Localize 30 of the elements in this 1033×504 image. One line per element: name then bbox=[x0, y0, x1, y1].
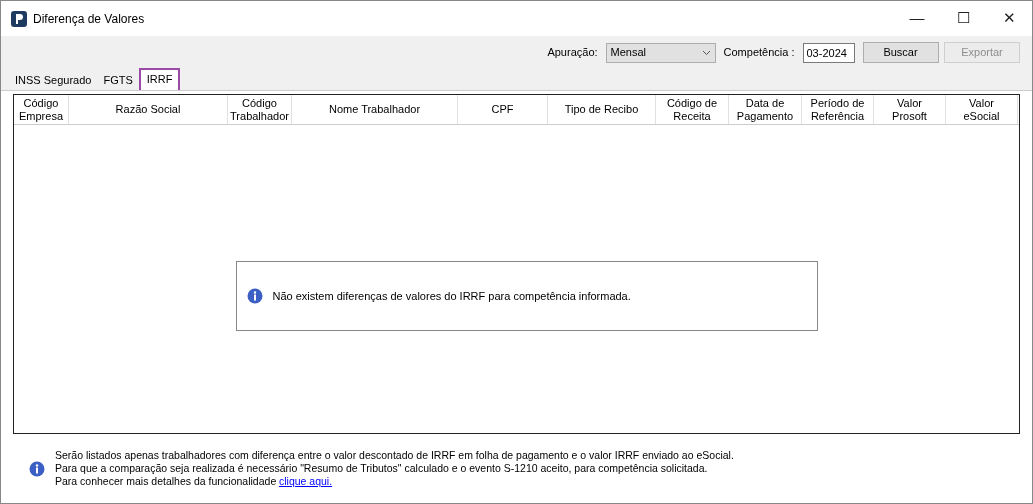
close-button[interactable]: ✕ bbox=[986, 1, 1032, 36]
column-header[interactable]: Código Empresa bbox=[14, 95, 69, 124]
minimize-button[interactable]: — bbox=[894, 1, 940, 36]
column-header[interactable]: Código de Receita bbox=[656, 95, 729, 124]
footer-text: Serão listados apenas trabalhadores com diferença entre o valor descontado de IRRF em folha de pagamento e o valor IRRF enviado ao eSocial. bbox=[55, 448, 734, 462]
column-header[interactable]: Data de Pagamento bbox=[729, 95, 802, 124]
window-title: Diferença de Valores bbox=[33, 10, 145, 28]
action-button[interactable]: Buscar bbox=[862, 42, 939, 63]
competencia-field[interactable]: 03-2024 bbox=[802, 42, 855, 63]
info-icon bbox=[246, 288, 263, 304]
column-header[interactable]: Tipo de Recibo bbox=[548, 95, 656, 124]
column-header[interactable]: CPF bbox=[458, 95, 548, 124]
competencia-label: Competência : bbox=[723, 45, 795, 61]
maximize-button[interactable]: ☐ bbox=[940, 1, 986, 36]
column-header[interactable]: Razão Social bbox=[69, 95, 228, 124]
chevron-down-icon bbox=[701, 49, 711, 56]
empty-message: Não existem diferenças de valores do IRRF para competência informada. bbox=[272, 288, 631, 304]
column-header[interactable]: Nome Trabalhador bbox=[292, 95, 458, 124]
column-header[interactable]: Valor eSocial bbox=[946, 95, 1018, 124]
apuracao-dropdown[interactable]: Mensal bbox=[605, 42, 716, 63]
tab[interactable]: IRRF bbox=[138, 67, 181, 90]
column-header[interactable]: Valor Prosoft bbox=[874, 95, 946, 124]
apuracao-label: Apuração: bbox=[547, 45, 598, 61]
footer-text: Para que a comparação seja realizada é necessário "Resumo de Tributos" calculado e o evento S-1210 aceito, para competência solicitada. bbox=[55, 461, 709, 476]
info-icon bbox=[29, 460, 45, 477]
column-header[interactable]: Código Trabalhador bbox=[228, 95, 292, 124]
app-logo-icon bbox=[11, 10, 27, 27]
column-header[interactable]: Período de Referência bbox=[802, 95, 874, 124]
footer-text: Para conhecer mais detalhes da funcionalidade bbox=[55, 475, 277, 489]
details-link[interactable]: clique aqui. bbox=[279, 475, 333, 489]
